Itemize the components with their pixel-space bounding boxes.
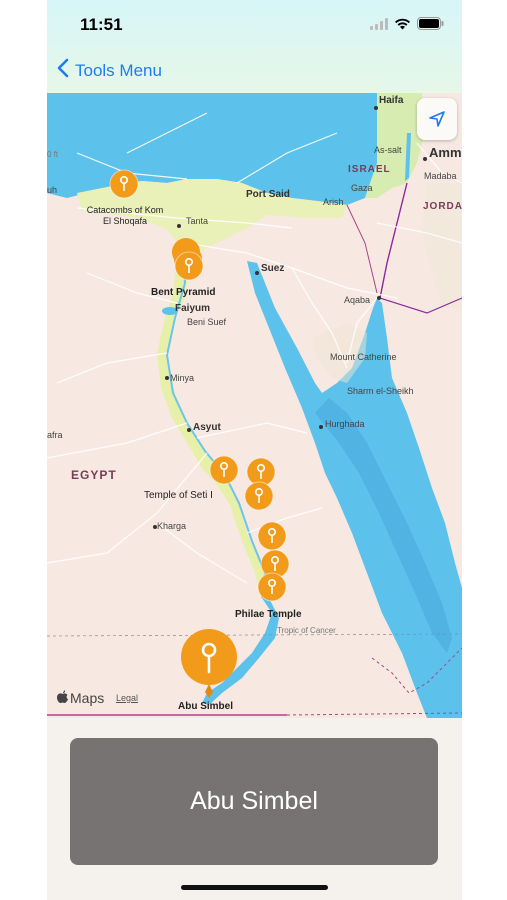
city-dot — [319, 425, 323, 429]
place-label: As-salt — [374, 145, 402, 155]
status-time: 11:51 — [80, 15, 123, 34]
map-pin-icon[interactable] — [244, 481, 274, 511]
place-label: Minya — [170, 373, 195, 383]
place-label: Amm — [429, 145, 462, 160]
place-label: Mount Catherine — [330, 352, 397, 362]
selected-map-pin-icon[interactable] — [179, 626, 239, 700]
place-label: Kharga — [157, 521, 187, 531]
apple-logo-icon — [57, 690, 68, 706]
map-pin-icon[interactable] — [209, 455, 239, 485]
pin-label-abu-simbel: Abu Simbel — [178, 701, 234, 712]
map-pin-icon[interactable] — [109, 169, 139, 199]
place-label: Hurghada — [325, 419, 365, 429]
maps-brand-label: Maps — [70, 690, 105, 706]
place-label: Asyut — [193, 422, 221, 433]
pin-label-bent-pyramid: Bent Pyramid — [151, 287, 216, 298]
cellular-icon — [370, 17, 388, 35]
city-dot — [423, 157, 427, 161]
chevron-left-icon — [57, 58, 69, 83]
locate-button[interactable] — [417, 98, 457, 140]
place-label: Port Said — [246, 189, 290, 200]
country-label: ISRAEL — [348, 164, 391, 175]
city-dot — [187, 428, 191, 432]
legal-link[interactable]: Legal — [116, 693, 138, 703]
location-arrow-icon — [429, 111, 445, 127]
selected-place-title: Abu Simbel — [190, 787, 318, 815]
place-label: Faiyum — [175, 303, 211, 314]
city-dot — [177, 224, 181, 228]
back-button-label: Tools Menu — [75, 60, 162, 80]
city-dot — [374, 106, 378, 110]
top-bar: 11:51 Tools Menu — [47, 0, 462, 93]
city-dot — [165, 376, 169, 380]
city-dot — [255, 271, 259, 275]
place-label: Aqaba — [344, 295, 371, 305]
place-label: Arish — [323, 197, 344, 207]
city-dot — [153, 525, 157, 529]
place-label: Haifa — [379, 95, 404, 106]
wifi-icon — [394, 17, 411, 35]
pin-label-temple-seti: Temple of Seti I — [144, 490, 213, 501]
country-label: EGYPT — [71, 468, 117, 482]
pin-label-philae: Philae Temple — [235, 609, 302, 620]
battery-icon — [417, 17, 444, 35]
city-dot — [377, 296, 381, 300]
place-label: Suez — [261, 263, 285, 274]
place-label: Tanta — [186, 216, 209, 226]
place-label: uh — [47, 185, 58, 195]
place-label: Madaba — [424, 171, 457, 181]
map-pin-icon[interactable] — [257, 521, 287, 551]
place-label: Tropic of Cancer — [277, 626, 336, 635]
place-label: Beni Suef — [187, 317, 227, 327]
phone-screen: 11:51 Tools Menu Haifa Amm As-salt Madab… — [47, 0, 462, 900]
place-label: 0 ft — [47, 150, 59, 159]
selected-place-card[interactable]: Abu Simbel — [70, 738, 438, 865]
home-indicator[interactable] — [181, 885, 328, 890]
status-icons — [370, 17, 444, 35]
map-pin-icon[interactable] — [257, 572, 287, 602]
map-pin-icon[interactable] — [174, 251, 204, 281]
country-label: JORDA — [423, 201, 462, 212]
place-label: Sharm el-Sheikh — [347, 386, 414, 396]
pin-label-catacombs: Catacombs of Kom El Shoqafa — [86, 205, 164, 226]
place-label: Gaza — [351, 183, 373, 193]
map-view[interactable]: Haifa Amm As-salt Madaba Gaza Arish Port… — [47, 93, 462, 718]
maps-attribution: Maps — [57, 690, 104, 706]
back-button[interactable]: Tools Menu — [57, 58, 162, 83]
place-label: afra — [47, 430, 63, 440]
